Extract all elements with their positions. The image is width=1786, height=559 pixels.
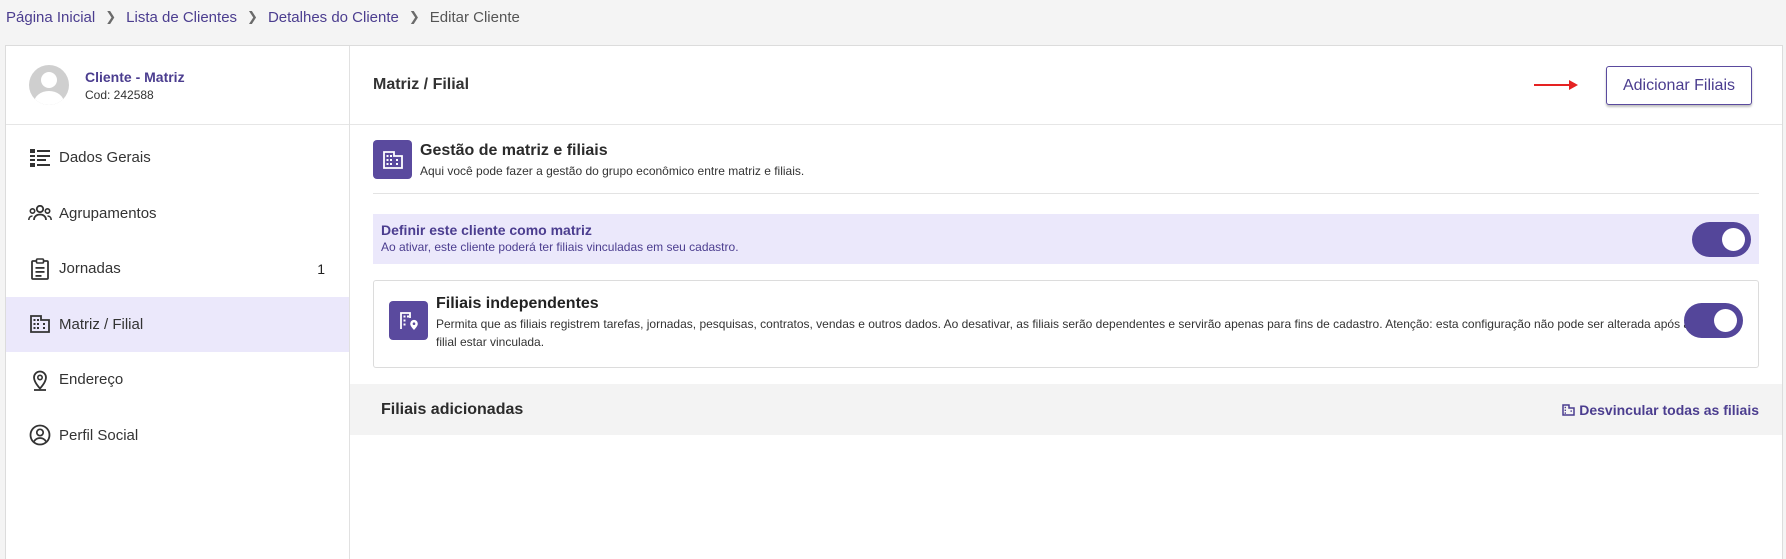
sidebar: Cliente - Matriz Cod: 242588 Dados Gerai…	[6, 46, 350, 559]
section-subtitle: Aqui você pode fazer a gestão do grupo e…	[420, 164, 805, 178]
sidebar-item-label: Dados Gerais	[59, 149, 151, 167]
unlink-all-button[interactable]: Desvincular todas as filiais	[1562, 402, 1759, 418]
sidebar-item-count: 1	[317, 260, 325, 277]
sidebar-item-label: Jornadas	[59, 260, 121, 278]
breadcrumb-client-list[interactable]: Lista de Clientes	[126, 9, 237, 26]
matrix-setting-subtitle: Ao ativar, este cliente poderá ter filia…	[381, 240, 739, 254]
add-filiais-button[interactable]: Adicionar Filiais	[1606, 66, 1752, 105]
filiais-title: Filiais adicionadas	[381, 400, 524, 418]
clipboard-icon	[28, 257, 52, 281]
sidebar-item-dados-gerais[interactable]: Dados Gerais	[6, 130, 349, 186]
sidebar-item-agrupamentos[interactable]: Agrupamentos	[6, 186, 349, 242]
independent-setting-description: Permita que as filiais registrem tarefas…	[436, 317, 1691, 349]
matrix-setting: Definir este cliente como matriz Ao ativ…	[373, 214, 1759, 264]
breadcrumb-current: Editar Cliente	[429, 8, 520, 26]
building-icon	[373, 140, 412, 179]
chevron-right-icon: ❯	[105, 9, 117, 24]
list-icon	[28, 146, 52, 170]
sidebar-item-label: Endereço	[59, 371, 124, 389]
sidebar-menu: Dados Gerais Agrupamentos Jornadas 1 Mat…	[6, 125, 349, 463]
breadcrumb-client-details[interactable]: Detalhes do Cliente	[268, 9, 399, 26]
breadcrumb: Página Inicial ❯ Lista de Clientes ❯ Det…	[6, 6, 520, 28]
chevron-right-icon: ❯	[408, 9, 420, 24]
sidebar-item-jornadas[interactable]: Jornadas 1	[6, 241, 349, 297]
independent-setting-title: Filiais independentes	[436, 295, 599, 312]
sidebar-item-label: Matriz / Filial	[59, 315, 144, 333]
client-code: Cod: 242588	[85, 87, 154, 102]
sidebar-item-label: Perfil Social	[59, 426, 139, 444]
independent-toggle[interactable]	[1684, 303, 1743, 338]
unlink-building-icon	[1562, 403, 1575, 416]
main-panel: Matriz / Filial Adicionar Filiais Gestão…	[350, 46, 1782, 559]
client-edit-card: Cliente - Matriz Cod: 242588 Dados Gerai…	[5, 45, 1783, 559]
chevron-right-icon: ❯	[247, 9, 258, 24]
section-header: Gestão de matriz e filiais Aqui você pod…	[373, 140, 1759, 194]
sidebar-item-perfil-social[interactable]: Perfil Social	[6, 408, 349, 464]
independent-filiais-setting: Filiais independentes Permita que as fil…	[373, 280, 1759, 368]
building-location-icon	[389, 301, 428, 340]
building-icon	[28, 312, 52, 336]
sidebar-item-matriz-filial[interactable]: Matriz / Filial	[6, 296, 349, 352]
section-title: Gestão de matriz e filiais	[420, 142, 608, 159]
location-pin-icon	[28, 368, 52, 392]
avatar	[29, 65, 69, 105]
breadcrumb-home[interactable]: Página Inicial	[6, 9, 95, 26]
page-title: Matriz / Filial	[373, 76, 470, 93]
groups-icon	[28, 201, 52, 225]
matrix-setting-title: Definir este cliente como matriz	[381, 222, 592, 238]
sidebar-item-endereco[interactable]: Endereço	[6, 352, 349, 408]
matrix-toggle[interactable]	[1692, 222, 1751, 257]
client-name: Cliente - Matriz	[85, 68, 185, 85]
sidebar-item-label: Agrupamentos	[59, 204, 157, 222]
filiais-bar: Filiais adicionadas Desvincular todas as…	[350, 384, 1782, 435]
unlink-all-label: Desvincular todas as filiais	[1579, 401, 1759, 418]
main-header: Matriz / Filial Adicionar Filiais	[350, 46, 1782, 125]
arrow-right-icon	[1534, 80, 1578, 90]
client-header: Cliente - Matriz Cod: 242588	[6, 46, 349, 125]
user-circle-icon	[28, 423, 52, 447]
